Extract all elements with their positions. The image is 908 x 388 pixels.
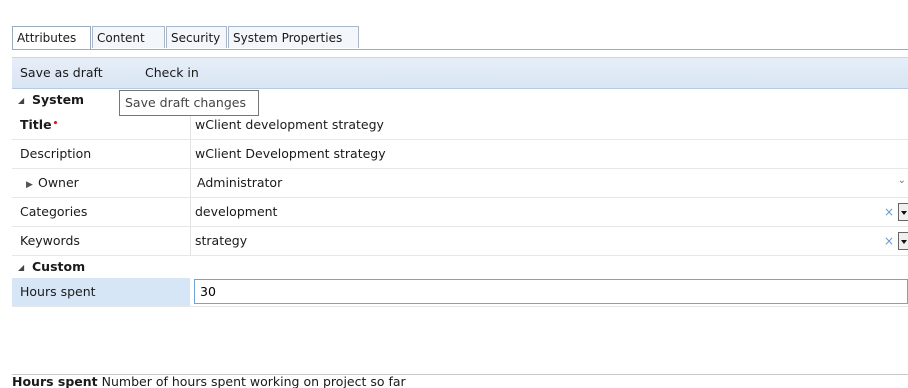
tab-security[interactable]: Security [166,26,227,48]
status-description: Number of hours spent working on project… [101,374,406,388]
expand-icon[interactable]: ▶ [26,171,38,199]
owner-value[interactable]: Administrator [197,169,282,197]
description-bar: Hours spent Number of hours spent workin… [12,374,908,388]
column-divider [190,198,191,226]
title-label-text: Title [20,117,52,132]
required-marker: • [52,119,59,129]
owner-label-text: Owner [38,175,79,190]
status-field-name: Hours spent [12,374,98,388]
collapse-icon: ◢ [18,96,25,105]
clear-icon[interactable]: × [884,198,894,226]
clear-icon[interactable]: × [884,227,894,255]
property-grid: ◢ System Title• wClient development strat… [12,89,908,307]
hours-spent-input-box [194,279,908,304]
field-row-keywords: Keywords strategy × [12,227,908,256]
keywords-value[interactable]: strategy [195,227,247,255]
field-row-hours-spent: Hours spent [12,278,908,307]
dropdown-button[interactable] [898,203,908,221]
title-label: Title• [20,111,58,141]
tab-system-properties[interactable]: System Properties [228,26,359,48]
chevron-down-icon[interactable]: ⌄ [898,169,906,193]
dropdown-button[interactable] [898,232,908,250]
check-in-button[interactable]: Check in [145,58,199,88]
tab-divider [12,49,908,50]
field-row-owner: ▶ Owner Administrator ⌄ [12,169,908,198]
categories-value[interactable]: development [195,198,277,226]
section-custom[interactable]: ◢ Custom [12,256,908,278]
tab-attributes[interactable]: Attributes [12,26,91,50]
tab-label: System Properties [233,31,343,45]
keywords-label: Keywords [20,233,80,248]
tab-label: Security [171,31,221,45]
tab-label: Attributes [17,31,77,45]
tab-content[interactable]: Content [92,26,165,48]
section-label: System [32,92,85,107]
column-divider [190,227,191,255]
hours-spent-label: Hours spent [20,284,96,299]
collapse-icon: ◢ [18,263,25,272]
tooltip: Save draft changes [119,90,259,116]
section-label: Custom [32,259,86,274]
field-row-description: Description wClient Development strategy [12,140,908,169]
column-divider [190,169,191,197]
column-divider [190,140,191,168]
description-value[interactable]: wClient Development strategy [195,140,386,168]
section-header: ◢ Custom [18,256,85,280]
description-label: Description [20,146,92,161]
save-as-draft-button[interactable]: Save as draft [20,58,103,88]
tab-label: Content [97,31,145,45]
field-row-categories: Categories development × [12,198,908,227]
hours-spent-input[interactable] [195,280,400,303]
section-header: ◢ System [18,89,84,113]
toolbar: Save as draft Check in [12,57,908,89]
owner-label: ▶ Owner [20,169,79,199]
categories-label: Categories [20,204,88,219]
